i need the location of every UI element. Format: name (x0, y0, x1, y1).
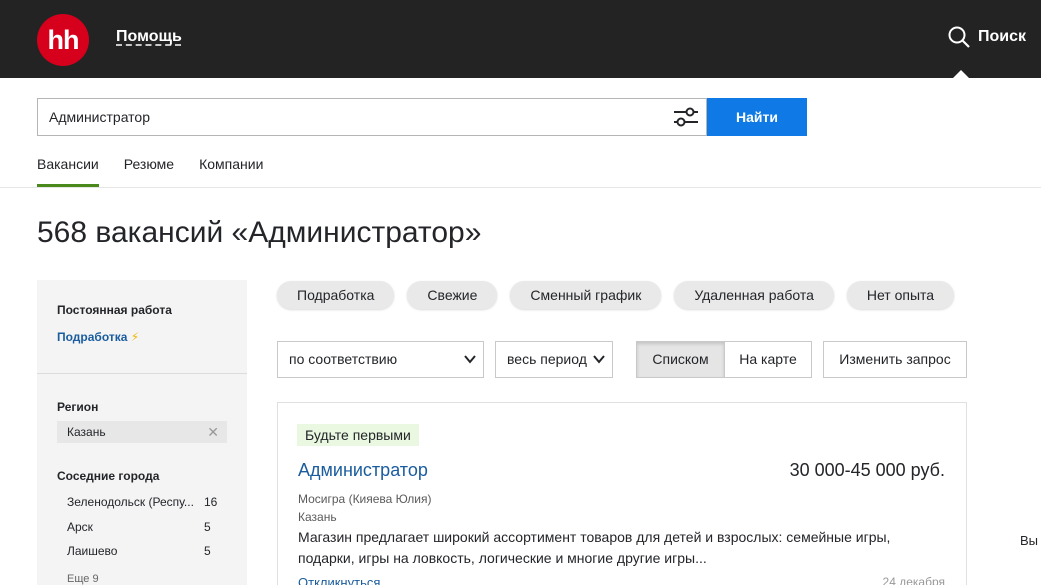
vacancy-city: Казань (298, 510, 337, 524)
edge-text: Вы (1020, 533, 1039, 548)
search-tabs: Вакансии Резюме Компании (37, 156, 288, 187)
filters-sidebar: Постоянная работа Подработка ⚡ Регион Ка… (37, 280, 247, 585)
be-first-badge: Будьте первыми (297, 424, 419, 446)
chevron-down-icon (464, 355, 476, 364)
filter-settings-icon[interactable] (672, 106, 700, 128)
search-link-label: Поиск (977, 28, 1026, 45)
city-count: 5 (204, 544, 211, 558)
parttime-filter-label: Подработка (57, 330, 128, 344)
tab-companies[interactable]: Компании (199, 156, 263, 187)
chip-fresh[interactable]: Свежие (407, 281, 498, 309)
tabs-divider (0, 187, 1041, 188)
chip-shift-schedule[interactable]: Сменный график (510, 281, 662, 309)
city-item[interactable]: Зеленодольск (Респу... (67, 495, 217, 509)
vacancy-company[interactable]: Мосигра (Кияева Юлия) (298, 492, 431, 506)
nearby-cities-title: Соседние города (57, 469, 160, 483)
city-count: 16 (204, 495, 218, 509)
search-toggle[interactable]: Поиск (948, 26, 1026, 48)
search-input[interactable] (38, 99, 658, 135)
search-icon (948, 26, 970, 48)
lightning-icon: ⚡ (130, 330, 140, 344)
chip-parttime[interactable]: Подработка (277, 281, 395, 309)
period-select[interactable]: весь период (495, 341, 613, 378)
sort-select[interactable]: по соответствию (277, 341, 484, 378)
tab-vacancies[interactable]: Вакансии (37, 156, 99, 187)
employment-title: Постоянная работа (57, 303, 172, 317)
chip-remote[interactable]: Удаленная работа (674, 281, 834, 309)
vacancy-date: 24 декабря (882, 575, 945, 585)
more-cities-link[interactable]: Еще 9 (67, 573, 99, 585)
find-button[interactable]: Найти (707, 98, 807, 136)
chip-no-experience[interactable]: Нет опыта (846, 281, 955, 309)
page-title: 568 вакансий «Администратор» (37, 216, 482, 249)
vacancy-card: Будьте первыми Администратор 30 000-45 0… (277, 402, 967, 585)
chevron-down-icon (593, 355, 605, 364)
tab-resumes[interactable]: Резюме (124, 156, 174, 187)
vacancy-salary: 30 000-45 000 руб. (789, 460, 945, 480)
city-item[interactable]: Лаишево (67, 544, 217, 558)
edit-query-button[interactable]: Изменить запрос (823, 341, 967, 378)
view-list-button[interactable]: Списком (636, 341, 725, 378)
view-map-button[interactable]: На карте (724, 341, 812, 378)
vacancy-title-link[interactable]: Администратор (298, 460, 428, 481)
quick-filters: Подработка Свежие Сменный график Удаленн… (277, 281, 967, 309)
city-item[interactable]: Арск (67, 520, 217, 534)
sort-value: по соответствию (289, 351, 398, 367)
parttime-filter-link[interactable]: Подработка ⚡ (57, 330, 139, 344)
employment-section: Постоянная работа Подработка ⚡ (37, 280, 247, 374)
respond-link[interactable]: Откликнуться (298, 575, 380, 585)
region-title: Регион (57, 400, 99, 414)
period-value: весь период (507, 351, 587, 367)
vacancy-description: Магазин предлагает широкий ассортимент т… (298, 529, 891, 566)
region-chip[interactable]: Казань ✕ (57, 421, 227, 443)
close-icon[interactable]: ✕ (207, 421, 219, 443)
top-header: hh Помощь Поиск (0, 0, 1041, 78)
search-box (37, 98, 707, 136)
region-value: Казань (67, 425, 106, 439)
help-link[interactable]: Помощь (116, 28, 182, 46)
hh-logo[interactable]: hh (37, 14, 89, 66)
header-notch (953, 70, 969, 78)
city-count: 5 (204, 520, 211, 534)
